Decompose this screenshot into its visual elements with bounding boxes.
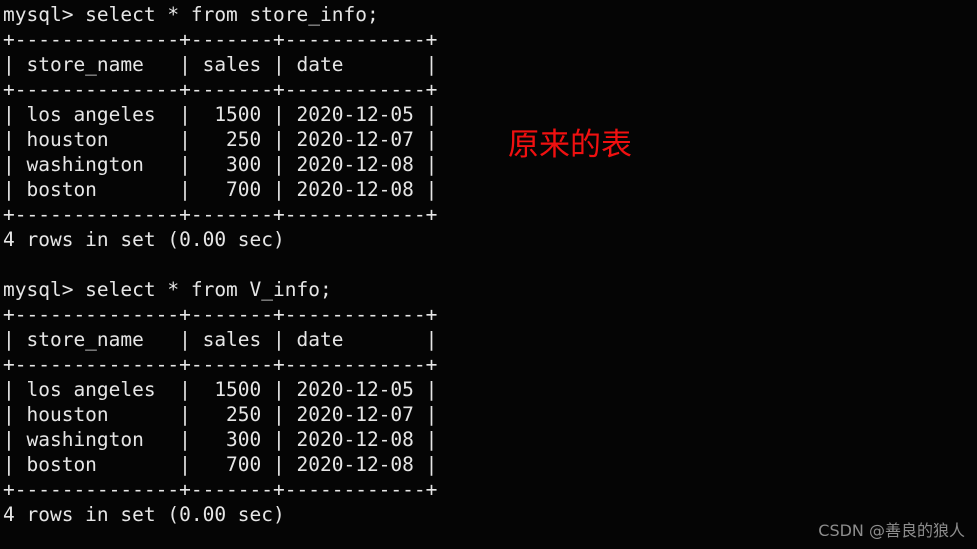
watermark: CSDN @善良的狼人 xyxy=(818,521,965,540)
console-line: 4 rows in set (0.00 sec) xyxy=(3,503,285,526)
console-line: +--------------+-------+------------+ xyxy=(3,303,438,326)
console-line: +--------------+-------+------------+ xyxy=(3,28,438,51)
console-line: +--------------+-------+------------+ xyxy=(3,353,438,376)
console-line: | los angeles | 1500 | 2020-12-05 | xyxy=(3,103,438,126)
console-line: | boston | 700 | 2020-12-08 | xyxy=(3,178,438,201)
console-line: mysql> select * from store_info; xyxy=(3,3,379,26)
console-line: | washington | 300 | 2020-12-08 | xyxy=(3,153,438,176)
console-line: +--------------+-------+------------+ xyxy=(3,203,438,226)
console-line: | houston | 250 | 2020-12-07 | xyxy=(3,403,438,426)
console-line: +--------------+-------+------------+ xyxy=(3,478,438,501)
console-line: | houston | 250 | 2020-12-07 | xyxy=(3,128,438,151)
console-line: | store_name | sales | date | xyxy=(3,328,438,351)
console-line: mysql> select * from V_info; xyxy=(3,278,332,301)
console-line: | washington | 300 | 2020-12-08 | xyxy=(3,428,438,451)
annotation-original-table: 原来的表 xyxy=(508,127,632,163)
console-line: | boston | 700 | 2020-12-08 | xyxy=(3,453,438,476)
console-line: +--------------+-------+------------+ xyxy=(3,78,438,101)
terminal-window[interactable]: mysql> select * from store_info; +-------… xyxy=(0,0,977,549)
console-output: mysql> select * from store_info; +-------… xyxy=(3,2,437,527)
console-line: | los angeles | 1500 | 2020-12-05 | xyxy=(3,378,438,401)
console-line: 4 rows in set (0.00 sec) xyxy=(3,228,285,251)
console-line: | store_name | sales | date | xyxy=(3,53,438,76)
